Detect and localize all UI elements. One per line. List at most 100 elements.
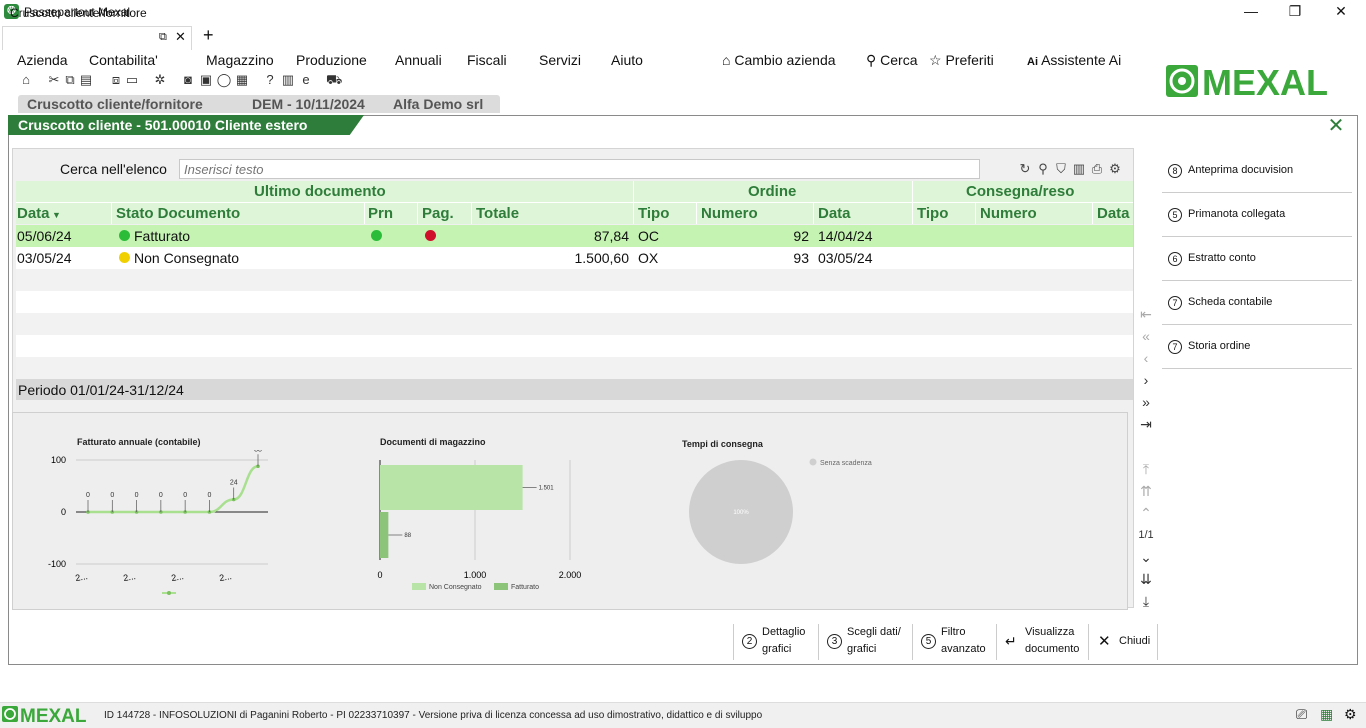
camera-icon[interactable]: ◙ [180,72,196,88]
network-icon[interactable]: ⎚ [1296,706,1307,723]
chart-documenti: 0 1.000 2.000 1.501 88 Non Consegnato Fatturat… [377,460,581,591]
action-primanota-collegata[interactable]: 5 Primanota collegata [1162,193,1352,237]
column-consegna-data[interactable]: Data [1097,205,1130,222]
action-anteprima-docuvision[interactable]: 8 Anteprima docuvision [1162,149,1352,193]
close-window-button[interactable]: ✕ [1318,0,1364,24]
document-icon[interactable]: ▣ [198,72,214,88]
cerca-label: Cerca [880,52,918,68]
windows-icon[interactable]: ⧈ [108,72,124,88]
scroll-down-fast-icon[interactable]: ⇊ [1138,570,1154,588]
cut-icon[interactable]: ✂ [46,72,62,88]
tab-popout-icon[interactable]: ⧉ [159,31,167,44]
last-page-icon[interactable]: ⇥ [1138,415,1154,433]
data-label: 0 [86,492,90,499]
menu-fiscali[interactable]: Fiscali [467,52,507,68]
action-scheda-contabile[interactable]: 7 Scheda contabile [1162,281,1352,325]
cart-icon[interactable]: ⛟ [326,72,342,88]
menu-produzione[interactable]: Produzione [296,52,367,68]
column-ordine-tipo[interactable]: Tipo [638,205,669,222]
new-tab-button[interactable]: + [203,25,214,46]
cockpit-tab-date: DEM - 10/11/2024 [252,96,365,112]
next-fast-icon[interactable]: » [1138,393,1154,411]
filter-icon[interactable]: ⛉ [1054,161,1068,177]
grid-icon[interactable]: ▥ [280,72,296,88]
data-label: 88 [404,533,411,539]
calendar-icon[interactable]: ▦ [1320,706,1333,723]
home-icon[interactable]: ⌂ [18,72,34,88]
row-totale: 1.500,60 [574,250,630,266]
record-icon[interactable]: ◯ [216,72,232,88]
menu-azienda[interactable]: Azienda [17,52,68,68]
scroll-up-fast-icon[interactable]: ⇈ [1138,482,1154,500]
minimize-button[interactable]: — [1228,0,1274,24]
menu-cerca[interactable]: ⚲ Cerca [866,52,918,69]
column-consegna-tipo[interactable]: Tipo [917,205,948,222]
button-label: grafici [847,643,877,655]
scroll-down-icon[interactable]: ⌄ [1138,548,1154,566]
next-icon[interactable]: › [1138,371,1154,389]
tab-close-icon[interactable]: ✕ [175,29,186,45]
tab-label: Cruscotto cliente/fornitore [10,6,147,20]
slice-label: 100% [733,510,749,516]
data-label: 0 [135,492,139,499]
calculator-icon[interactable]: ▦ [234,72,250,88]
scroll-up-icon[interactable]: ⌃ [1138,504,1154,522]
column-consegna-numero[interactable]: Numero [980,205,1037,222]
column-ordine-data[interactable]: Data [818,205,851,222]
search-icon: ⚲ [866,52,881,68]
empty-row [16,291,1133,313]
data-label: 0 [207,492,211,499]
prev-icon[interactable]: ‹ [1138,349,1154,367]
button-chiudi[interactable]: ✕ Chiudi [1088,624,1158,660]
menu-cambio-azienda[interactable]: ⌂ Cambio azienda [722,52,836,68]
action-estratto-conto[interactable]: 6 Estratto conto [1162,237,1352,281]
menu-magazzino[interactable]: Magazzino [206,52,274,68]
x-tick-label: 2... [74,571,88,583]
column-pag[interactable]: Pag. [422,205,454,222]
column-ordine-numero[interactable]: Numero [701,205,758,222]
settings-icon[interactable]: ⚙ [1344,706,1357,723]
button-filtro-avanzato[interactable]: 5 Filtro avanzato [912,624,996,660]
print-icon[interactable]: ⎙ [1090,161,1104,177]
search-input[interactable] [179,159,980,179]
copy-icon[interactable]: ⧉ [62,72,78,88]
button-visualizza-documento[interactable]: ↵ Visualizza documento [996,624,1088,660]
row-stato: Non Consegnato [134,250,240,266]
menu-assistente-ai[interactable]: Ai Assistente Ai [1027,52,1121,68]
first-page-icon[interactable]: ⇤ [1138,305,1154,323]
window-close-button[interactable]: ✕ [1326,116,1346,136]
empty-row [16,269,1133,291]
menu-preferiti[interactable]: ☆ Preferiti [929,52,994,69]
column-data[interactable]: Data ▼ [17,205,61,222]
assistente-ai-label: Assistente Ai [1041,52,1122,68]
zoom-icon[interactable]: ⚲ [1036,161,1050,177]
scroll-bottom-icon[interactable]: ⤓ [1138,592,1154,610]
button-scegli-dati[interactable]: 3 Scegli dati/ grafici [818,624,912,660]
menu-servizi[interactable]: Servizi [539,52,581,68]
key-badge: 5 [921,634,936,649]
columns-icon[interactable]: ▥ [1072,161,1086,177]
column-totale[interactable]: Totale [476,205,519,222]
tools-icon[interactable]: ✲ [152,72,168,88]
legend-swatch [494,583,508,590]
monitor-icon[interactable]: ▭ [124,72,140,88]
action-storia-ordine[interactable]: 7 Storia ordine [1162,325,1352,369]
ep-icon[interactable]: e [298,72,314,88]
button-dettaglio-grafici[interactable]: 2 Dettaglio grafici [733,624,818,660]
column-prn[interactable]: Prn [368,205,393,222]
row-stato: Fatturato [134,228,191,244]
menu-aiuto[interactable]: Aiuto [611,52,643,68]
legend-label: Non Consegnato [429,584,482,591]
help-icon[interactable]: ? [262,72,278,88]
key-badge: 8 [1168,164,1182,178]
menu-contabilita[interactable]: Contabilita' [89,52,158,68]
chart2-title: Documenti di magazzino [380,437,486,447]
prev-fast-icon[interactable]: « [1138,327,1154,345]
menu-annuali[interactable]: Annuali [395,52,442,68]
maximize-button[interactable]: ❐ [1272,0,1318,24]
refresh-icon[interactable]: ↻ [1018,161,1032,177]
column-stato[interactable]: Stato Documento [116,205,240,222]
scroll-top-icon[interactable]: ⤒ [1138,460,1154,478]
paste-icon[interactable]: ▤ [78,72,94,88]
settings-icon[interactable]: ⚙ [1108,161,1122,177]
